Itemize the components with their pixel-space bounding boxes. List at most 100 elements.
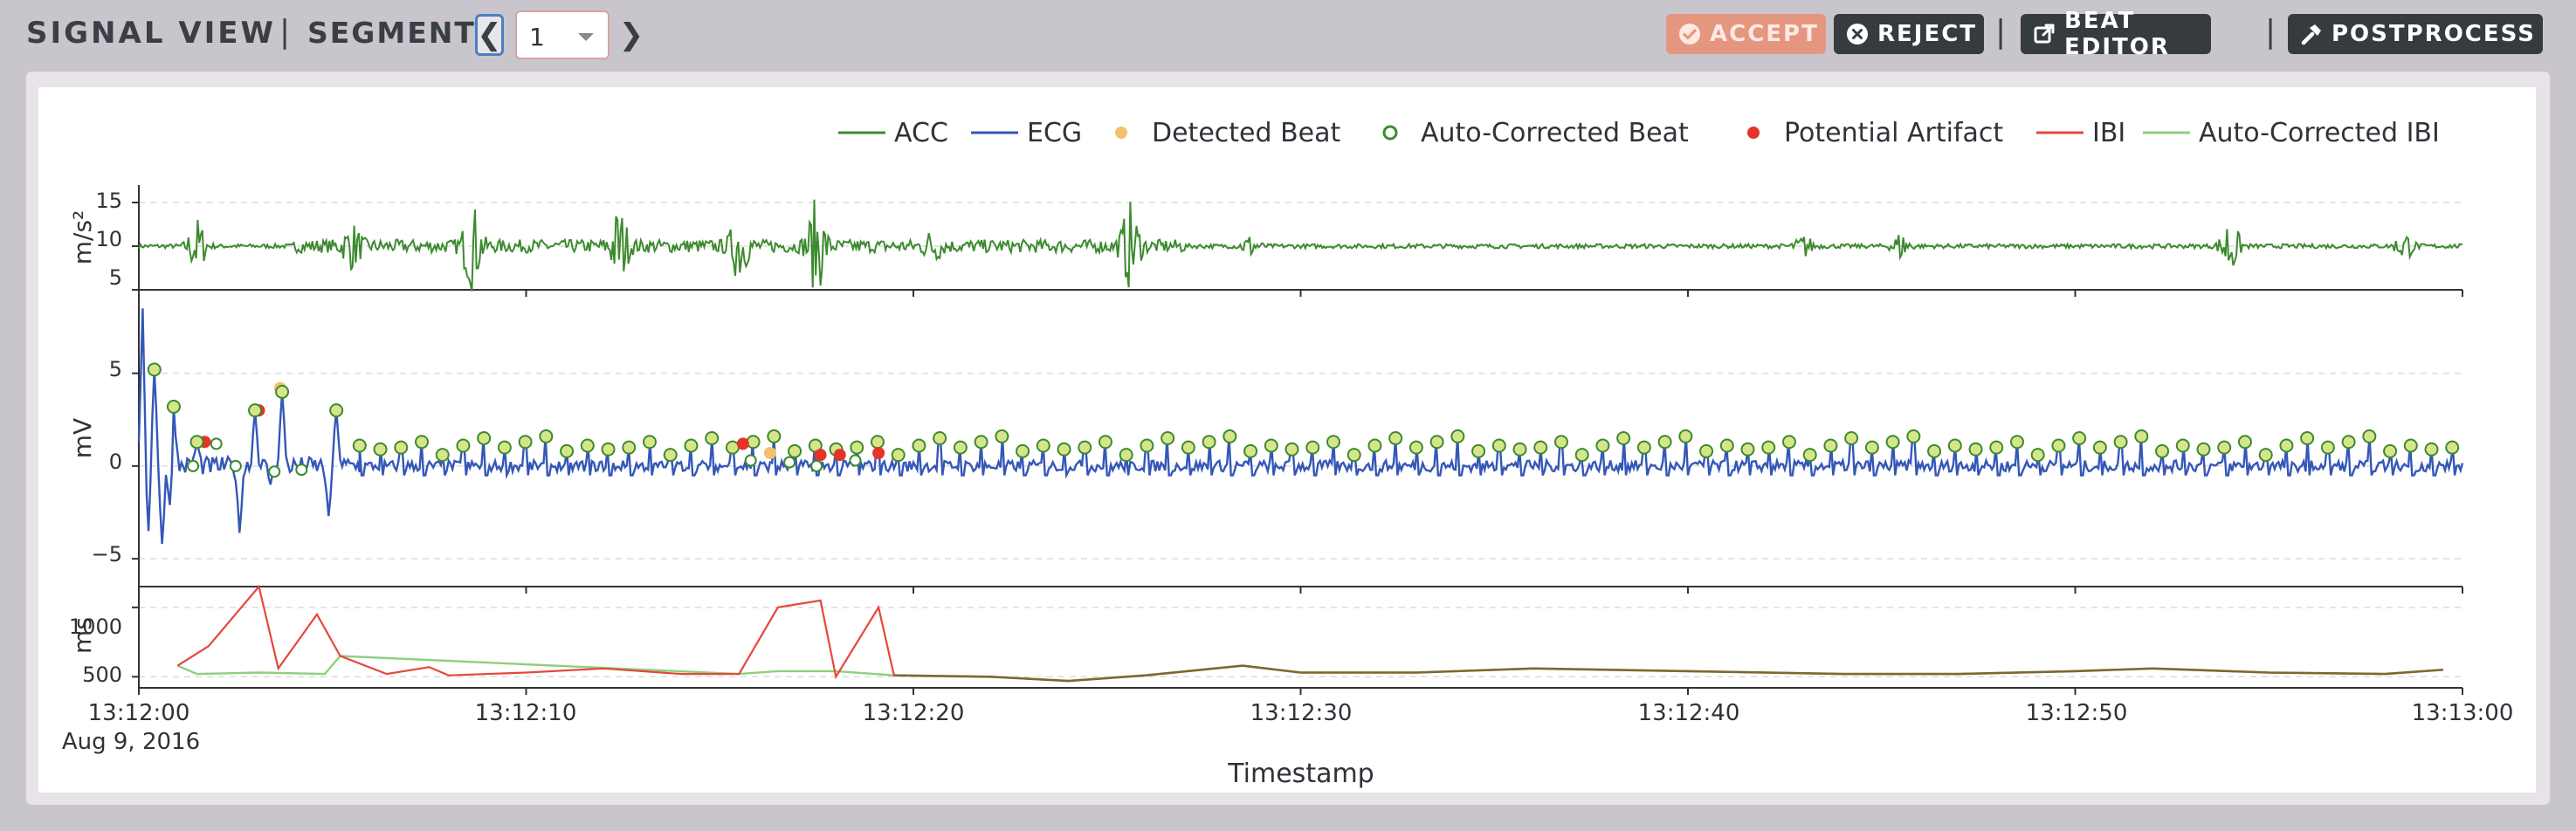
x-tick-labels: 13:12:00 13:12:10 13:12:20 13:12:30 13:1… (62, 700, 2514, 789)
auto-corrected-beat-70 (1802, 448, 1817, 463)
auto-corrected-beat-71 (1823, 438, 1838, 453)
check-circle-icon (1678, 23, 1701, 45)
auto-corrected-beat-91 (2237, 435, 2252, 450)
auto-corrected-beat-74 (1885, 435, 1900, 450)
signal-plot: ACC ECG Detected Beat Auto-Corrected Bea… (38, 87, 2536, 793)
auto-corrected-beat-9 (539, 429, 554, 443)
auto-corrected-beat-34 (1057, 442, 1071, 457)
auto-corrected-beat-94 (2300, 431, 2315, 445)
chevron-left-icon: ❮ (477, 17, 502, 52)
auto-corrected-beat-98 (2383, 443, 2398, 458)
x-tick-label-4: 13:12:40 (1638, 700, 1740, 726)
legend-label-potential-artifact: Potential Artifact (1784, 118, 2003, 148)
y-tick-ecg-0: 0 (109, 450, 122, 474)
ibi-line (176, 584, 2443, 683)
auto-corrected-open-7 (810, 459, 823, 472)
auto-corrected-beat-54 (1471, 443, 1486, 458)
auto-corrected-open-5 (744, 454, 757, 467)
previous-segment-button[interactable]: ❮ (475, 14, 504, 56)
auto-corrected-beat-59 (1574, 448, 1589, 463)
auto-corrected-beat-50 (1388, 431, 1403, 445)
auto-corrected-beat-64 (1678, 429, 1693, 443)
auto-corrected-beat-80 (2009, 435, 2024, 450)
auto-corrected-beat-81 (2030, 448, 2045, 463)
auto-corrected-beat-3 (414, 435, 429, 450)
auto-corrected-beat-39 (1161, 431, 1175, 445)
y-tick-acc-15: 15 (95, 189, 122, 213)
auto-corrected-beat-10 (560, 443, 575, 458)
early-beat-0 (147, 362, 162, 377)
x-tick-label-1: 13:12:10 (475, 700, 577, 726)
auto-corrected-beat-8 (518, 435, 533, 450)
postprocess-button[interactable]: POSTPROCESS (2288, 14, 2543, 54)
beat-editor-button[interactable]: BEAT EDITOR (2021, 8, 2211, 60)
auto-corrected-beat-97 (2362, 429, 2377, 443)
legend-swatch-auto-corrected-beat (1382, 125, 1398, 141)
next-segment-button[interactable]: ❯ (618, 14, 644, 56)
potential-artifact-4 (833, 449, 846, 462)
auto-corrected-beat-13 (622, 440, 637, 455)
ecg-line (137, 308, 2464, 545)
auto-corrected-beat-36 (1098, 435, 1112, 450)
auto-corrected-beat-38 (1140, 438, 1154, 453)
page-title: SIGNAL VIEW (26, 16, 277, 51)
postprocess-button-label: POSTPROCESS (2331, 21, 2536, 47)
y-label-ecg: mV (68, 418, 97, 458)
auto-corrected-beat-89 (2196, 442, 2211, 457)
acc-line (138, 199, 2463, 292)
auto-corrected-beat-45 (1285, 442, 1299, 457)
auto-corrected-beat-21 (788, 443, 802, 458)
legend-label-detected-beat: Detected Beat (1152, 118, 1340, 148)
signal-chart: ACC ECG Detected Beat Auto-Corrected Bea… (62, 118, 2514, 789)
auto-corrected-beat-52 (1429, 435, 1444, 450)
reject-button[interactable]: REJECT (1834, 14, 1984, 54)
auto-corrected-beat-82 (2051, 438, 2066, 453)
auto-corrected-beat-26 (891, 448, 906, 463)
auto-corrected-beat-28 (933, 431, 947, 445)
auto-corrected-beat-25 (870, 435, 885, 450)
auto-corrected-beat-12 (601, 442, 616, 457)
x-date-label: Aug 9, 2016 (62, 729, 200, 755)
accept-button[interactable]: ACCEPT (1666, 14, 1826, 54)
y-tick-ibi-1000: 1000 (69, 615, 122, 639)
auto-corrected-open-4 (295, 464, 308, 477)
x-tick-label-5: 13:12:50 (2026, 700, 2128, 726)
auto-corrected-beat-57 (1533, 440, 1548, 455)
auto-corrected-beat-48 (1347, 448, 1361, 463)
auto-corrected-beat-72 (1844, 431, 1859, 445)
auto-corrected-beat-35 (1078, 440, 1092, 455)
auto-corrected-open-3 (268, 465, 281, 478)
segment-select[interactable]: 1 (515, 10, 610, 59)
auto-corrected-beat-32 (1016, 443, 1030, 458)
auto-corrected-beat-1 (373, 442, 388, 457)
auto-corrected-beat-17 (705, 431, 720, 445)
auto-corrected-open-6 (783, 456, 796, 469)
hammer-icon (2300, 23, 2323, 45)
auto-corrected-beat-46 (1305, 440, 1320, 455)
early-beat-3 (248, 403, 263, 418)
auto-corrected-beat-51 (1409, 440, 1423, 455)
beat-editor-button-label: BEAT EDITOR (2064, 8, 2170, 60)
auto-corrected-beat-75 (1906, 429, 1921, 443)
auto-corrected-beat-47 (1326, 435, 1340, 450)
y-tick-ibi-500: 500 (82, 663, 122, 687)
auto-corrected-beat-37 (1119, 448, 1133, 463)
external-link-icon (2033, 23, 2056, 45)
auto-corrected-beat-90 (2217, 440, 2232, 455)
auto-corrected-beat-87 (2155, 443, 2170, 458)
potential-artifact-3 (814, 449, 827, 462)
y-tick-acc-10: 10 (95, 227, 122, 251)
early-beat-5 (329, 403, 344, 418)
auto-corrected-beat-99 (2403, 438, 2418, 453)
auto-corrected-beat-49 (1367, 438, 1382, 453)
title-separator: | (279, 14, 291, 50)
auto-corrected-beat-58 (1553, 435, 1568, 450)
auto-corrected-beat-79 (1989, 440, 2004, 455)
x-tick-label-0: 13:12:00 (88, 700, 190, 726)
chevron-down-icon (578, 33, 594, 41)
auto-corrected-open-8 (849, 454, 862, 467)
y-label-acc: m/s² (68, 210, 97, 265)
auto-corrected-beat-60 (1595, 438, 1610, 453)
potential-artifact-2 (736, 437, 749, 450)
x-tick-label-6: 13:13:00 (2412, 700, 2514, 726)
